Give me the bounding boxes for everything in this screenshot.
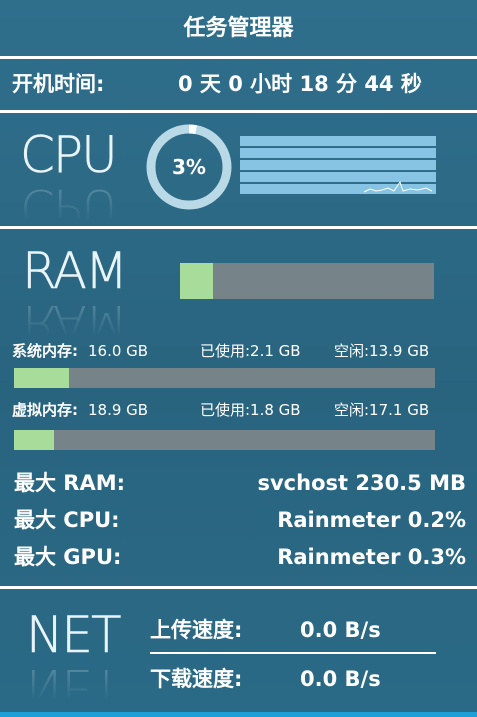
upload-speed-label: 上传速度:: [150, 618, 243, 642]
uptime-value: 0 天 0 小时 18 分 44 秒: [178, 72, 422, 96]
top-cpu-label: 最大 CPU:: [14, 508, 120, 532]
top-gpu-row: 最大 GPU: Rainmeter 0.3%: [14, 541, 466, 573]
physical-memory-used: 已使用:2.1 GB: [200, 342, 301, 360]
ram-usage-bar: [180, 263, 434, 299]
physical-memory-bar: [14, 368, 435, 388]
ram-usage-fill: [180, 263, 214, 299]
cpu-graph-background: [240, 136, 436, 194]
physical-memory-label: 系统内存:: [12, 342, 78, 360]
virtual-memory-used: 已使用:1.8 GB: [200, 401, 301, 419]
virtual-memory-total: 18.9 GB: [88, 401, 149, 419]
uptime-row: 开机时间: 0 天 0 小时 18 分 44 秒: [12, 68, 467, 100]
ram-heading: RAM: [22, 242, 129, 300]
divider: [0, 586, 477, 589]
virtual-memory-free: 空闲:17.1 GB: [334, 401, 430, 419]
top-gpu-value: Rainmeter 0.3%: [277, 545, 466, 569]
cpu-heading: CPU: [20, 126, 118, 184]
upload-speed-value: 0.0 B/s: [300, 618, 381, 642]
bottom-accent-strip: [0, 712, 477, 717]
virtual-memory-label: 虚拟内存:: [12, 401, 78, 419]
download-speed-label: 下载速度:: [150, 667, 243, 691]
top-ram-value: svchost 230.5 MB: [257, 471, 466, 495]
upload-speed-row: 上传速度: 0.0 B/s: [150, 614, 440, 646]
virtual-memory-bar: [14, 430, 435, 450]
cpu-history-graph: [240, 136, 436, 194]
cpu-percent: 3%: [172, 155, 206, 179]
divider: [0, 110, 477, 113]
top-ram-row: 最大 RAM: svchost 230.5 MB: [14, 467, 466, 499]
virtual-memory-fill: [14, 430, 54, 450]
divider: [0, 226, 477, 229]
divider: [0, 56, 477, 59]
uptime-label: 开机时间:: [12, 72, 105, 96]
download-speed-value: 0.0 B/s: [300, 667, 381, 691]
net-heading: NET: [26, 606, 122, 664]
download-speed-row: 下载速度: 0.0 B/s: [150, 663, 440, 695]
physical-memory-free: 空闲:13.9 GB: [334, 342, 430, 360]
widget-title: 任务管理器: [183, 16, 294, 41]
net-heading-reflection: NET: [26, 658, 120, 716]
physical-memory-total: 16.0 GB: [88, 342, 149, 360]
top-gpu-label: 最大 GPU:: [14, 545, 122, 569]
top-ram-label: 最大 RAM:: [14, 471, 126, 495]
top-cpu-value: Rainmeter 0.2%: [277, 508, 466, 532]
physical-memory-fill: [14, 368, 69, 388]
top-cpu-row: 最大 CPU: Rainmeter 0.2%: [14, 504, 466, 536]
net-divider: [150, 652, 436, 654]
